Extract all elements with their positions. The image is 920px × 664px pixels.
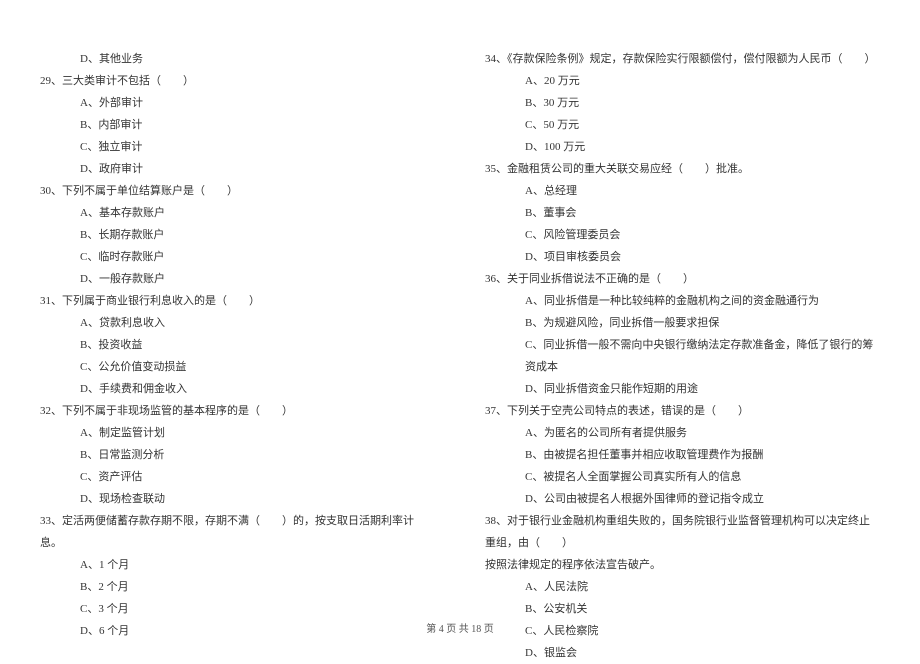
- option-line: B、由被提名担任董事并相应收取管理费作为报酬: [525, 444, 880, 466]
- option-line: B、2 个月: [80, 576, 435, 598]
- option-line: D、同业拆借资金只能作短期的用途: [525, 378, 880, 400]
- option-line: C、被提名人全面掌握公司真实所有人的信息: [525, 466, 880, 488]
- option-line: C、独立审计: [80, 136, 435, 158]
- question-line: 30、下列不属于单位结算账户是（ ）: [40, 180, 435, 202]
- question-line: 31、下列属于商业银行利息收入的是（ ）: [40, 290, 435, 312]
- option-line: B、日常监测分析: [80, 444, 435, 466]
- option-line: A、总经理: [525, 180, 880, 202]
- option-line: B、为规避风险，同业拆借一般要求担保: [525, 312, 880, 334]
- option-line: D、100 万元: [525, 136, 880, 158]
- option-line: D、项目审核委员会: [525, 246, 880, 268]
- page-footer: 第 4 页 共 18 页: [0, 620, 920, 635]
- option-line: D、公司由被提名人根据外国律师的登记指令成立: [525, 488, 880, 510]
- option-line: B、公安机关: [525, 598, 880, 620]
- option-line: C、50 万元: [525, 114, 880, 136]
- question-line: 29、三大类审计不包括（ ）: [40, 70, 435, 92]
- option-line: D、一般存款账户: [80, 268, 435, 290]
- option-line: C、同业拆借一般不需向中央银行缴纳法定存款准备金，降低了银行的筹资成本: [525, 334, 880, 378]
- option-line: C、公允价值变动损益: [80, 356, 435, 378]
- option-line: C、风险管理委员会: [525, 224, 880, 246]
- option-line: A、制定监管计划: [80, 422, 435, 444]
- option-line: A、20 万元: [525, 70, 880, 92]
- option-line: B、30 万元: [525, 92, 880, 114]
- question-line: 33、定活两便储蓄存款存期不限，存期不满（ ）的，按支取日活期利率计息。: [40, 510, 435, 554]
- option-line: A、同业拆借是一种比较纯粹的金融机构之间的资金融通行为: [525, 290, 880, 312]
- question-continuation: 按照法律规定的程序依法宣告破产。: [485, 554, 880, 576]
- option-line: D、现场检查联动: [80, 488, 435, 510]
- option-line: D、银监会: [525, 642, 880, 664]
- option-line: A、人民法院: [525, 576, 880, 598]
- question-line: 32、下列不属于非现场监管的基本程序的是（ ）: [40, 400, 435, 422]
- option-line: D、政府审计: [80, 158, 435, 180]
- option-line: C、资产评估: [80, 466, 435, 488]
- question-line: 35、金融租赁公司的重大关联交易应经（ ）批准。: [485, 158, 880, 180]
- option-line: B、内部审计: [80, 114, 435, 136]
- option-line: B、董事会: [525, 202, 880, 224]
- question-line: 37、下列关于空壳公司特点的表述，错误的是（ ）: [485, 400, 880, 422]
- option-line: D、手续费和佣金收入: [80, 378, 435, 400]
- option-line: C、3 个月: [80, 598, 435, 620]
- right-column: 34、《存款保险条例》规定，存款保险实行限额偿付，偿付限额为人民币（ ）A、20…: [485, 48, 880, 664]
- option-line: B、投资收益: [80, 334, 435, 356]
- left-column: D、其他业务29、三大类审计不包括（ ）A、外部审计B、内部审计C、独立审计D、…: [40, 48, 435, 664]
- option-line: D、其他业务: [80, 48, 435, 70]
- option-line: C、临时存款账户: [80, 246, 435, 268]
- option-line: A、1 个月: [80, 554, 435, 576]
- option-line: A、外部审计: [80, 92, 435, 114]
- option-line: A、为匿名的公司所有者提供服务: [525, 422, 880, 444]
- question-line: 36、关于同业拆借说法不正确的是（ ）: [485, 268, 880, 290]
- page-columns: D、其他业务29、三大类审计不包括（ ）A、外部审计B、内部审计C、独立审计D、…: [40, 48, 880, 664]
- option-line: A、贷款利息收入: [80, 312, 435, 334]
- option-line: B、长期存款账户: [80, 224, 435, 246]
- option-line: A、基本存款账户: [80, 202, 435, 224]
- question-line: 38、对于银行业金融机构重组失败的，国务院银行业监督管理机构可以决定终止重组，由…: [485, 510, 880, 554]
- question-line: 34、《存款保险条例》规定，存款保险实行限额偿付，偿付限额为人民币（ ）: [485, 48, 880, 70]
